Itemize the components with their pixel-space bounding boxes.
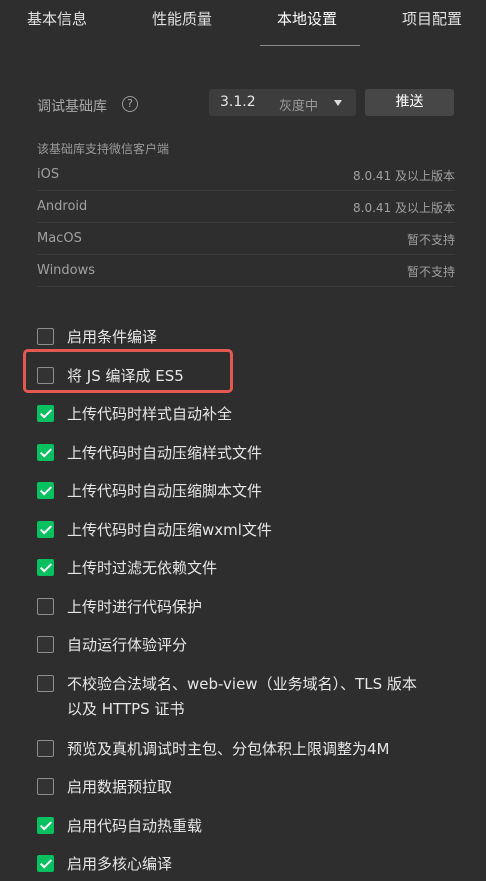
option-label: 上传代码时自动压缩wxml文件	[67, 521, 272, 539]
checkbox[interactable]	[37, 675, 54, 692]
support-row-ios: iOS 8.0.41 及以上版本	[37, 159, 455, 191]
checkbox[interactable]	[37, 444, 54, 461]
checkbox[interactable]	[37, 405, 54, 422]
checkbox[interactable]	[37, 367, 54, 384]
base-library-version-select[interactable]: 3.1.2 灰度中	[209, 89, 356, 116]
option-label: 上传时过滤无依赖文件	[67, 559, 218, 577]
support-row-windows: Windows 暂不支持	[37, 255, 455, 287]
checkbox[interactable]	[37, 482, 54, 499]
push-button[interactable]: 推送	[365, 89, 454, 116]
option-label: 启用多核心编译	[67, 855, 173, 873]
version-number: 3.1.2	[220, 94, 256, 110]
support-row-macos: MacOS 暂不支持	[37, 223, 455, 255]
base-library-row: 调试基础库 ? 3.1.2 灰度中 推送	[0, 88, 486, 120]
checkbox[interactable]	[37, 328, 54, 345]
checkbox[interactable]	[37, 778, 54, 795]
base-library-label: 调试基础库	[37, 99, 107, 115]
support-title: 该基础库支持微信客户端	[37, 142, 170, 156]
checkbox[interactable]	[37, 855, 54, 872]
chevron-down-icon	[334, 100, 342, 106]
support-value: 8.0.41 及以上版本	[353, 201, 455, 215]
support-platform: MacOS	[37, 231, 82, 246]
checkbox[interactable]	[37, 817, 54, 834]
option-label: 上传代码时样式自动补全	[67, 405, 233, 423]
checkbox[interactable]	[37, 598, 54, 615]
option-label: 启用数据预拉取	[67, 778, 173, 796]
checkbox[interactable]	[37, 636, 54, 653]
option-label: 自动运行体验评分	[67, 636, 188, 654]
option-label: 启用条件编译	[67, 328, 158, 346]
option-label: 上传代码时自动压缩样式文件	[67, 444, 263, 462]
option-label: 上传代码时自动压缩脚本文件	[67, 482, 263, 500]
option-label: 上传时进行代码保护	[67, 598, 203, 616]
support-value: 暂不支持	[406, 233, 455, 247]
support-platform: iOS	[37, 167, 60, 182]
help-icon[interactable]: ?	[122, 96, 138, 112]
support-platform: Android	[37, 199, 88, 214]
checkbox[interactable]	[37, 521, 54, 538]
active-tab-indicator	[260, 45, 360, 46]
support-value: 8.0.41 及以上版本	[353, 169, 455, 183]
option-label: 将 JS 编译成 ES5	[67, 367, 184, 385]
tab-project-config[interactable]: 项目配置	[402, 8, 462, 29]
support-value: 暂不支持	[406, 265, 455, 279]
support-row-android: Android 8.0.41 及以上版本	[37, 191, 455, 223]
tab-basic-info[interactable]: 基本信息	[27, 8, 87, 29]
checkbox[interactable]	[37, 559, 54, 576]
option-label: 启用代码自动热重载	[67, 817, 203, 835]
tab-local-settings[interactable]: 本地设置	[277, 8, 337, 29]
option-label: 不校验合法域名、web-view（业务域名）、TLS 版本以及 HTTPS 证书	[67, 675, 417, 718]
version-status: 灰度中	[279, 99, 319, 114]
support-platform: Windows	[37, 263, 96, 278]
settings-tabs: 基本信息 性能质量 本地设置 项目配置	[0, 0, 486, 46]
option-label: 预览及真机调试时主包、分包体积上限调整为4M	[67, 740, 390, 758]
checkbox[interactable]	[37, 740, 54, 757]
tab-performance[interactable]: 性能质量	[152, 8, 212, 29]
